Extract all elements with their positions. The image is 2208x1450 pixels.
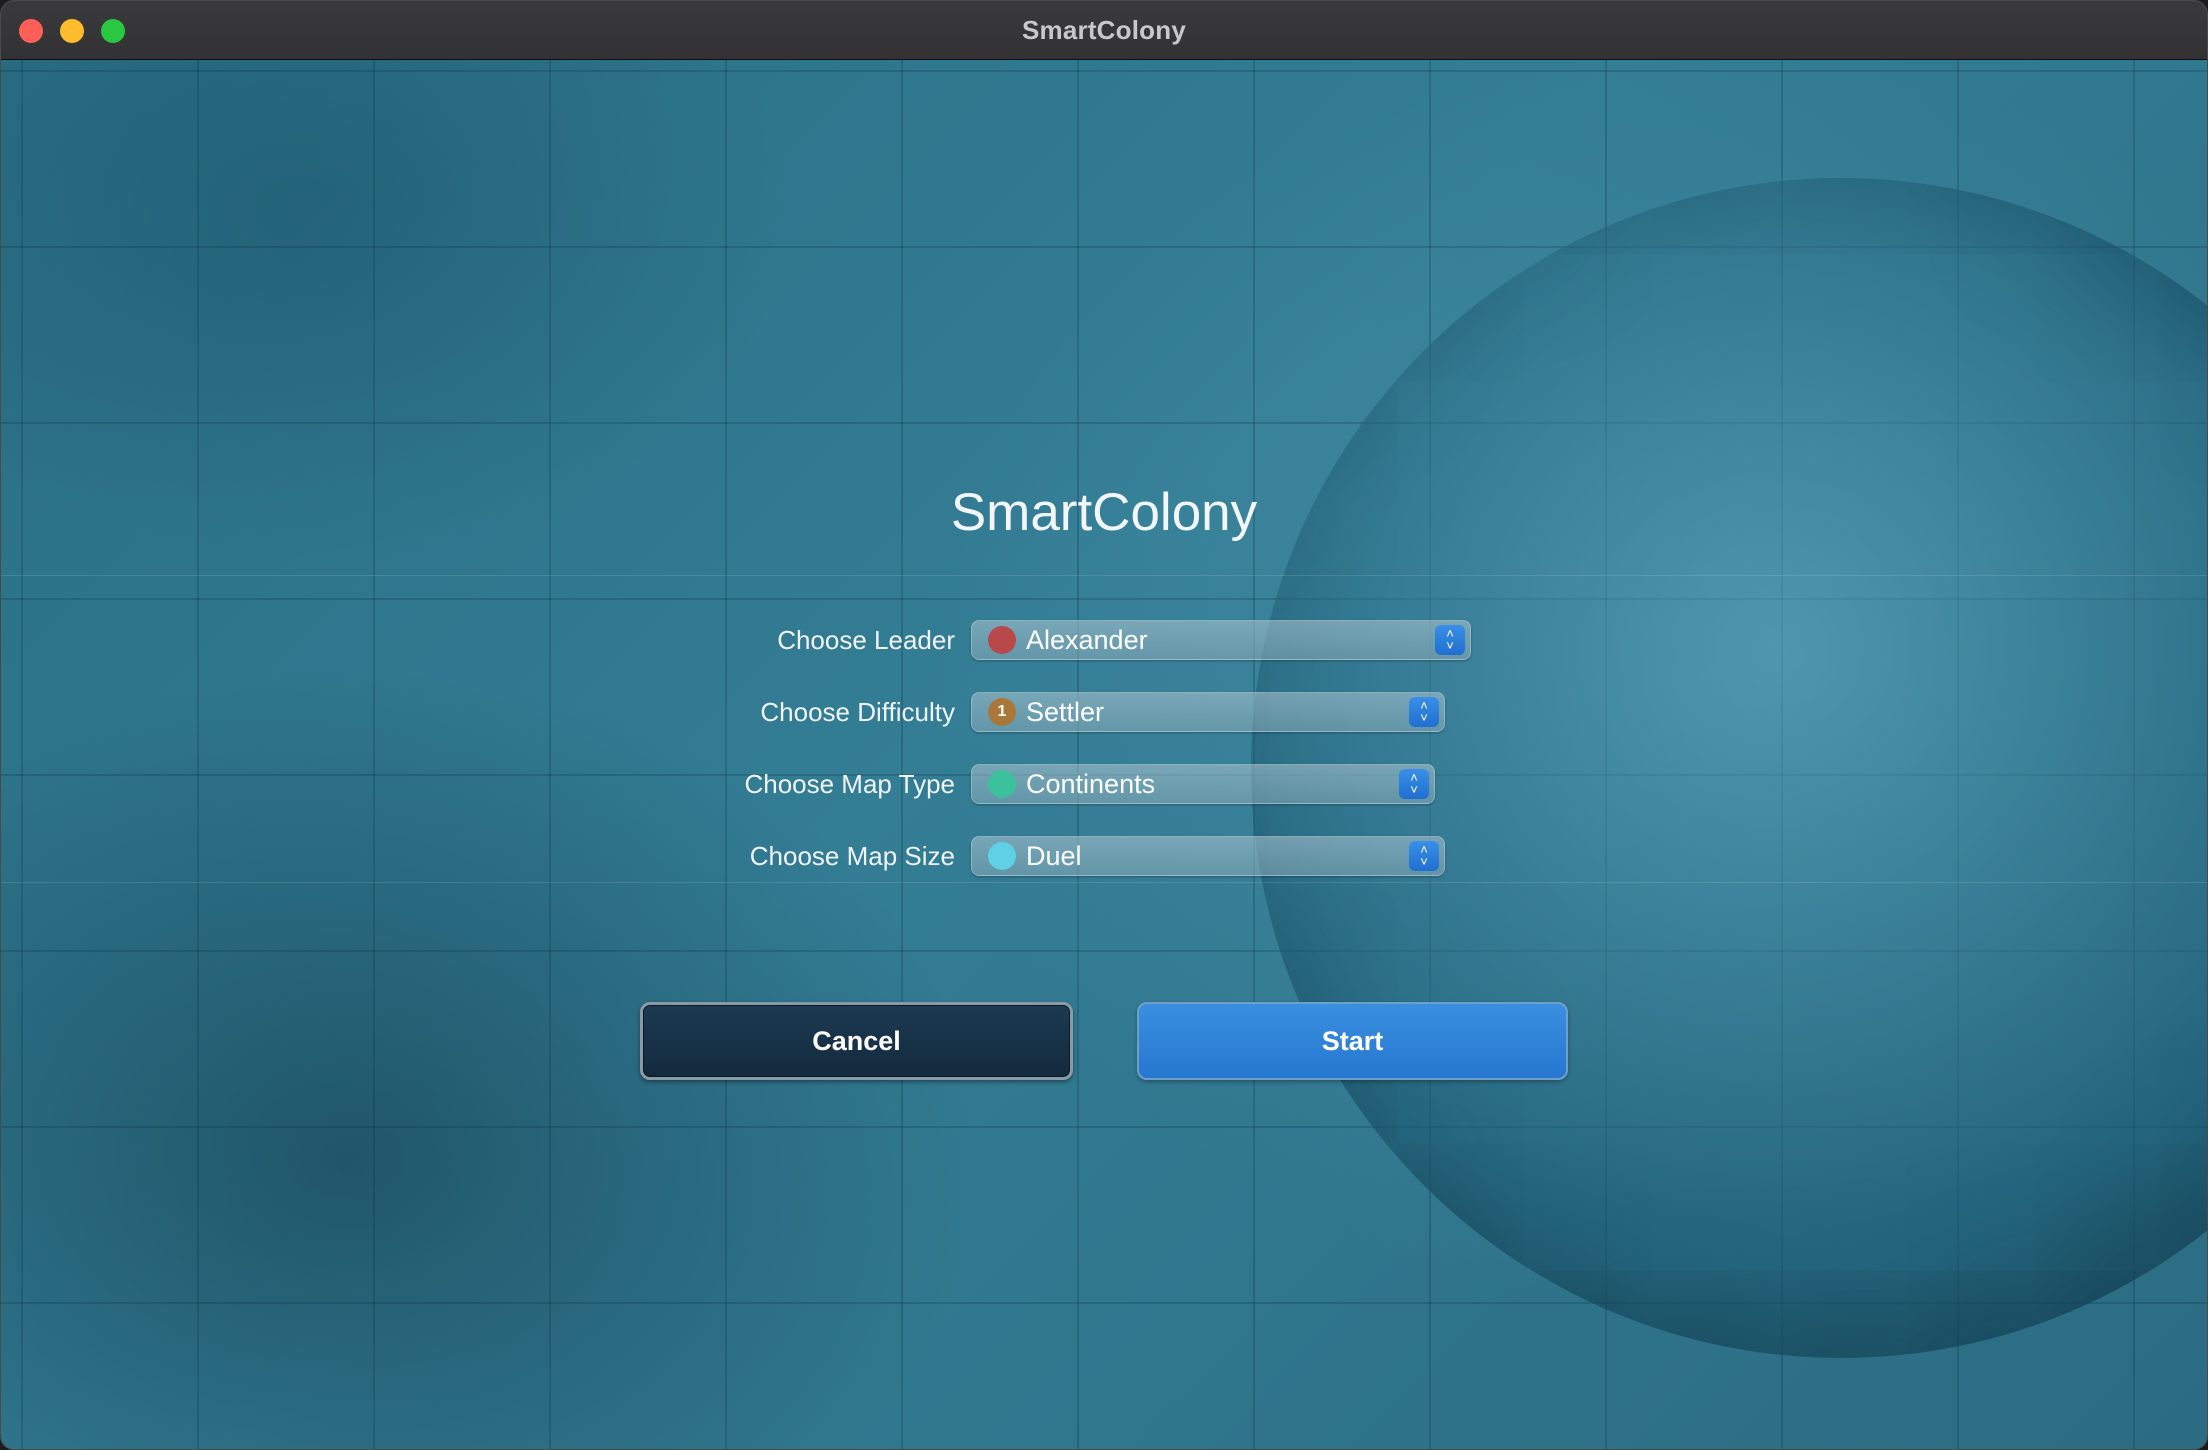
zoom-window-button[interactable]	[101, 19, 125, 43]
map-size-row: Choose Map Size Duel ˄ ˅	[1, 836, 2207, 876]
leader-select-value: Alexander	[1026, 624, 1148, 655]
map-type-select[interactable]: Continents ˄ ˅	[971, 764, 1435, 804]
difficulty-coin-icon: 1	[988, 698, 1016, 726]
start-button[interactable]: Start	[1137, 1002, 1568, 1080]
map-size-icon	[988, 842, 1016, 870]
leader-label: Choose Leader	[777, 625, 955, 655]
window-controls	[19, 19, 125, 43]
map-type-row: Choose Map Type Continents ˄ ˅	[1, 764, 2207, 804]
cancel-button[interactable]: Cancel	[640, 1002, 1073, 1080]
page-title: SmartColony	[950, 483, 1258, 542]
difficulty-row: Choose Difficulty 1 Settler ˄ ˅	[1, 692, 2207, 732]
map-type-label: Choose Map Type	[744, 769, 955, 799]
app-window: SmartColony SmartColony Choose Leader Al…	[0, 0, 2208, 1450]
close-window-button[interactable]	[19, 19, 43, 43]
map-size-select-value: Duel	[1026, 840, 1082, 871]
difficulty-select[interactable]: 1 Settler ˄ ˅	[971, 692, 1445, 732]
window-title: SmartColony	[1021, 14, 1186, 45]
map-size-label: Choose Map Size	[749, 841, 955, 871]
title-bar: SmartColony	[1, 1, 2207, 60]
leader-row: Choose Leader Alexander ˄ ˅	[1, 620, 2207, 660]
leader-select[interactable]: Alexander ˄ ˅	[971, 620, 1471, 660]
chevron-updown-icon: ˄ ˅	[1435, 625, 1465, 655]
minimize-window-button[interactable]	[60, 19, 84, 43]
setup-screen: SmartColony Choose Leader Alexander ˄ ˅ C…	[1, 60, 2207, 1449]
map-continents-icon	[988, 770, 1016, 798]
leader-portrait-icon	[988, 626, 1016, 654]
chevron-updown-icon: ˄ ˅	[1409, 841, 1439, 871]
chevron-updown-icon: ˄ ˅	[1409, 697, 1439, 727]
map-type-select-value: Continents	[1026, 768, 1156, 799]
chevron-updown-icon: ˄ ˅	[1399, 769, 1429, 799]
difficulty-select-value: Settler	[1026, 696, 1105, 727]
map-size-select[interactable]: Duel ˄ ˅	[971, 836, 1445, 876]
difficulty-label: Choose Difficulty	[760, 697, 955, 727]
